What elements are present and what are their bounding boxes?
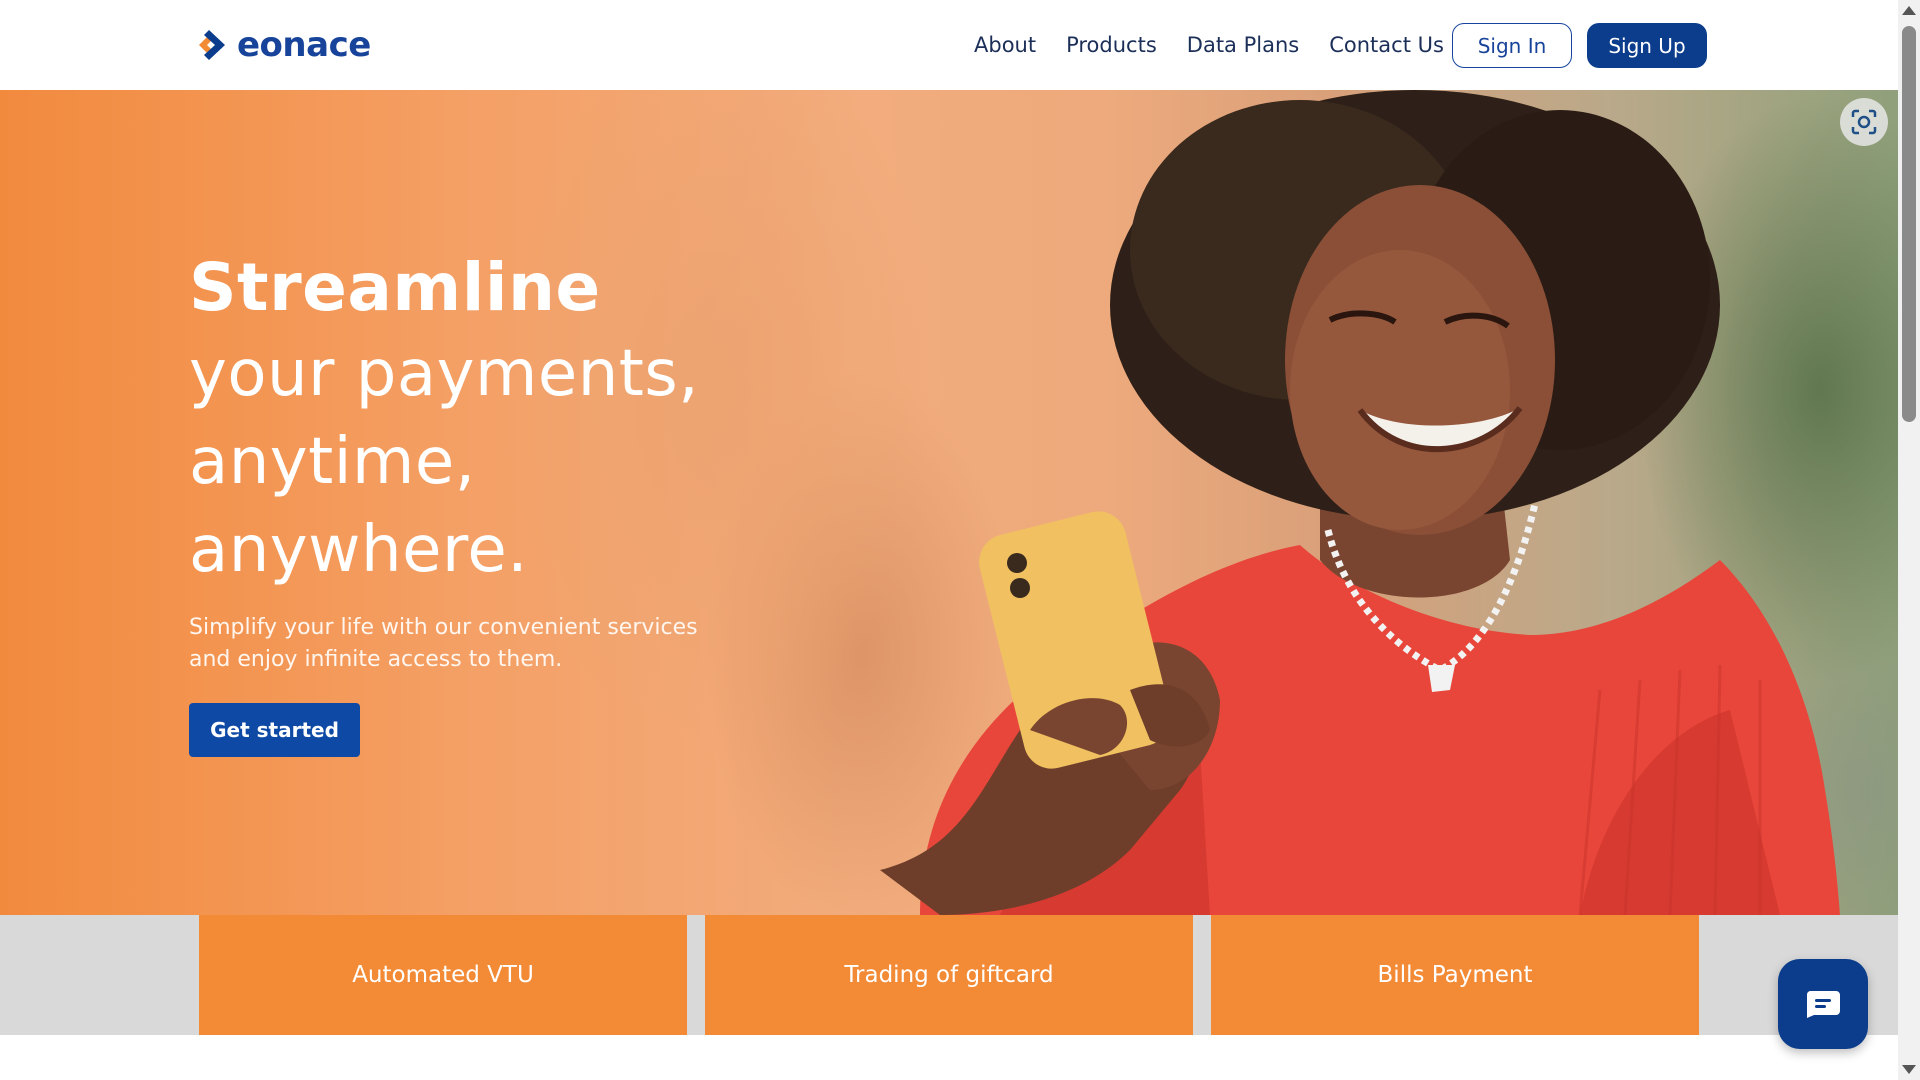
scroll-down-arrow-icon[interactable]	[1902, 1065, 1916, 1074]
nav-link-about[interactable]: About	[974, 33, 1036, 57]
scan-icon	[1851, 109, 1877, 135]
site-header: eonace About Products Data Plans Contact…	[0, 0, 1898, 90]
services-strip: Automated VTU Trading of giftcard Bills …	[0, 915, 1898, 1035]
logo-link[interactable]: eonace	[189, 24, 371, 66]
hero-photo-woman-with-phone	[880, 90, 1840, 915]
visual-search-button[interactable]	[1840, 98, 1888, 146]
hero-title-line-1: your payments,	[189, 337, 700, 411]
hero-subtitle: Simplify your life with our convenient s…	[189, 615, 698, 672]
hero-title-strong: Streamline	[189, 249, 601, 326]
hero-section: Streamline your payments, anytime, anywh…	[0, 90, 1898, 915]
main-nav: About Products Data Plans Contact Us	[974, 26, 1444, 64]
page: eonace About Products Data Plans Contact…	[0, 0, 1920, 1080]
hero-title-line-2: anytime,	[189, 425, 476, 499]
service-card-bills-payment[interactable]: Bills Payment	[1211, 915, 1699, 1035]
service-card-automated-vtu[interactable]: Automated VTU	[199, 915, 687, 1035]
page-content-below	[0, 1035, 1898, 1080]
get-started-button[interactable]: Get started	[189, 703, 360, 757]
eonace-logo-mark-icon	[199, 30, 225, 60]
chat-launcher-button[interactable]	[1778, 959, 1868, 1049]
sign-up-button[interactable]: Sign Up	[1587, 23, 1707, 68]
hero-copy: Streamline your payments, anytime, anywh…	[189, 246, 749, 676]
scrollbar-thumb[interactable]	[1902, 26, 1916, 422]
nav-link-contact-us[interactable]: Contact Us	[1329, 33, 1444, 57]
service-card-giftcard-trading[interactable]: Trading of giftcard	[705, 915, 1193, 1035]
page-scrollbar[interactable]	[1898, 0, 1920, 1080]
sign-in-button[interactable]: Sign In	[1452, 23, 1572, 68]
chat-icon	[1806, 991, 1840, 1018]
nav-link-data-plans[interactable]: Data Plans	[1187, 33, 1299, 57]
hero-title-line-3: anywhere.	[189, 513, 529, 587]
brand-name: eonace	[237, 25, 371, 65]
scroll-up-arrow-icon[interactable]	[1902, 6, 1916, 15]
nav-link-products[interactable]: Products	[1066, 33, 1157, 57]
